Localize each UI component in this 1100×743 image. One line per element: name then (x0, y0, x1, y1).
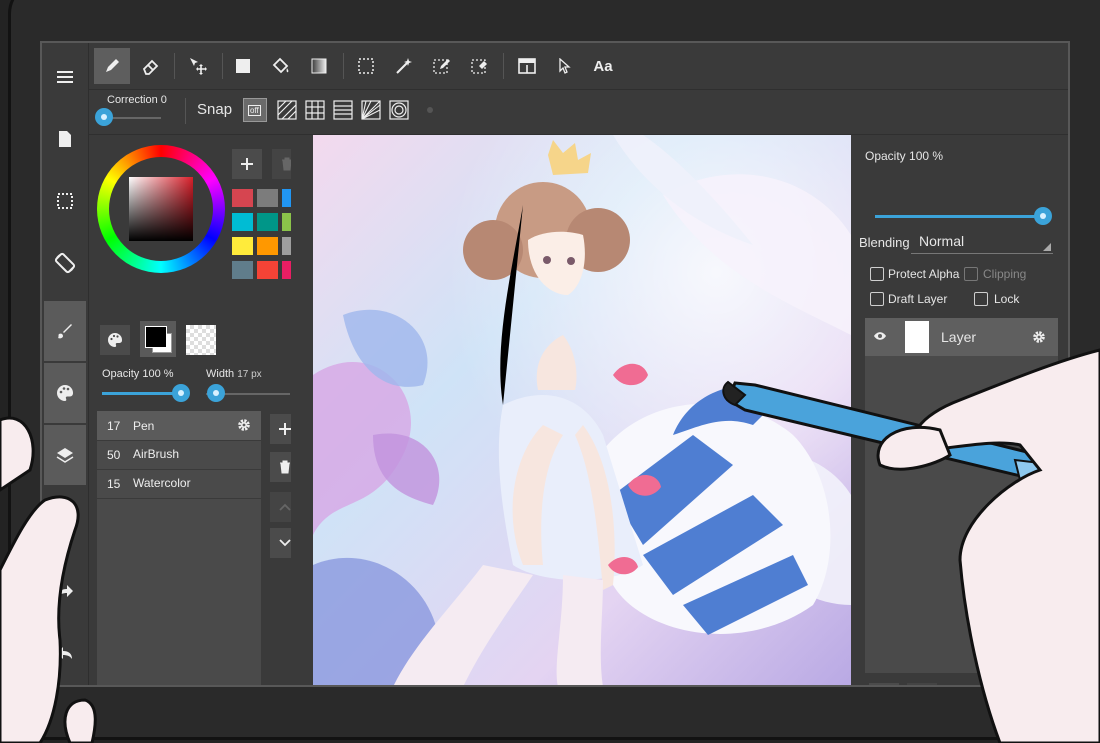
left-hand-thumb (0, 416, 35, 492)
right-hand (914, 348, 1100, 743)
hands-overlay (0, 348, 1100, 743)
left-hand-finger (0, 495, 80, 743)
left-hand-tip (63, 698, 97, 743)
